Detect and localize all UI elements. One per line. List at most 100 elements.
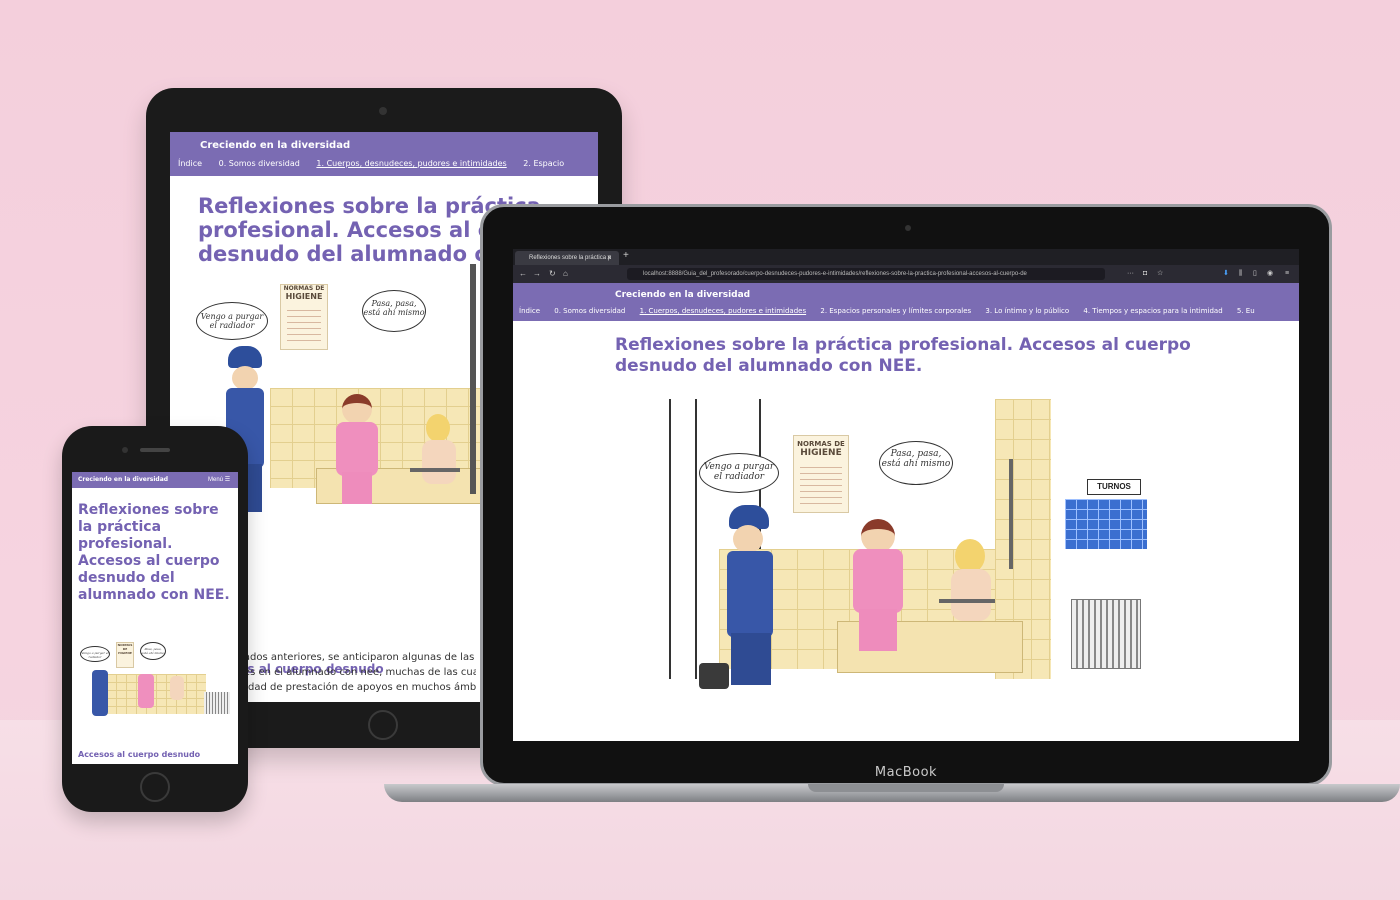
nav-item-somos-diversidad[interactable]: 0. Somos diversidad [219, 159, 300, 168]
laptop-nav-indice[interactable]: Índice [519, 307, 540, 315]
menu-icon[interactable]: ≡ [1285, 268, 1289, 280]
laptop-bubble-nurse: Pasa, pasa, está ahí mismo [879, 441, 953, 485]
phone-brand[interactable]: Creciendo en la diversidad [78, 476, 168, 483]
laptop-header: Creciendo en la diversidad Índice 0. Som… [513, 283, 1299, 321]
speech-bubble-nurse: Pasa, pasa, está ahí mismo [362, 290, 426, 332]
nurse-body [336, 422, 378, 476]
child-body [422, 440, 456, 484]
laptop-poster-subtitle: HIGIENE [800, 448, 842, 458]
laptop-title-line-2: desnudo del alumnado con NEE. [615, 356, 923, 376]
phone-screen: Creciendo en la diversidad Menú ☰ Reflex… [72, 472, 238, 764]
laptop-illustration: NORMAS DE HIGIENE Vengo a purgar el radi… [669, 399, 1149, 699]
laptop-page-title: Reflexiones sobre la práctica profesiona… [615, 335, 1191, 377]
nurse-legs [342, 472, 372, 504]
tablet-paragraph: tados anteriores, se anticiparon algunas… [240, 650, 476, 695]
shower-chair [410, 468, 460, 472]
phone-bubble-worker: Vengo a purgar el radiador [80, 646, 110, 662]
phone-poster-subtitle: HIGIENE [118, 651, 132, 655]
laptop-child-hair [955, 539, 985, 573]
paragraph-line-2: tes en el alumnado con nee, muchas de la… [240, 667, 476, 678]
phone-page-title: Reflexiones sobre la práctica profesiona… [78, 502, 230, 603]
worker-cap [228, 346, 262, 368]
radiator [1071, 599, 1141, 669]
turnos-sign: TURNOS [1087, 479, 1141, 495]
tablet-nav: Índice 0. Somos diversidad 1. Cuerpos, d… [178, 159, 564, 168]
new-tab-icon[interactable]: + [623, 250, 629, 261]
nav-item-cuerpos[interactable]: 1. Cuerpos, desnudeces, pudores e intimi… [316, 159, 506, 168]
laptop-nurse-body [853, 549, 903, 613]
speech-bubble-worker: Vengo a purgar el radiador [196, 302, 268, 340]
child-hair [426, 414, 450, 442]
shower-pipe [470, 264, 476, 494]
url-bar[interactable]: localhost:8888/Guia_del_profesorado/cuer… [627, 268, 1105, 280]
poster-subtitle: HIGIENE [285, 292, 323, 301]
forward-icon[interactable]: → [533, 268, 541, 280]
phone-radiator [204, 692, 230, 714]
url-text: localhost:8888/Guia_del_profesorado/cuer… [643, 271, 1027, 277]
home-icon[interactable]: ⌂ [563, 268, 568, 280]
nav-item-espacios-cut[interactable]: 2. Espacio [523, 159, 564, 168]
phone-illustration: Vengo a purgar el radiador Pasa, pasa, e… [76, 628, 234, 718]
pocket-icon[interactable]: ◘ [1143, 268, 1147, 280]
paragraph-line-1: tados anteriores, se anticiparon algunas… [240, 652, 476, 663]
tab-title: Reflexiones sobre la práctica p [529, 255, 612, 261]
paragraph-line-3: sidad de prestación de apoyos en muchos … [240, 682, 476, 693]
tablet-header: Creciendo en la diversidad Índice 0. Som… [170, 132, 598, 176]
laptop-nav-espacios[interactable]: 2. Espacios personales y límites corpora… [820, 307, 971, 315]
phone-poster-title: NORMAS DE [117, 643, 133, 651]
laptop-nav-somos[interactable]: 0. Somos diversidad [554, 307, 625, 315]
poster-title: NORMAS DE [283, 285, 325, 292]
laptop-nav-eu[interactable]: 5. Eu [1237, 307, 1255, 315]
phone-home-button[interactable] [140, 772, 170, 802]
library-icon[interactable]: ⫼ [1239, 268, 1242, 280]
phone-menu-label: Menú [208, 477, 224, 483]
laptop-nurse-legs [859, 609, 897, 651]
phone-camera [122, 447, 128, 453]
toolbox [699, 663, 729, 689]
phone-child [170, 676, 184, 700]
laptop-poster-lines [800, 462, 842, 506]
laptop-bubble-worker: Vengo a purgar el radiador [699, 453, 779, 493]
tablet-home-button[interactable] [368, 710, 398, 740]
hygiene-poster: NORMAS DE HIGIENE [280, 284, 328, 350]
bookmark-star-icon[interactable]: ☆ [1157, 268, 1163, 280]
account-icon[interactable]: ◉ [1267, 268, 1273, 280]
laptop-shower-pipe [1009, 459, 1013, 569]
worker-face [232, 366, 258, 390]
laptop-screen: Reflexiones sobre la práctica p × + ← → … [513, 249, 1299, 741]
sidebar-icon[interactable]: ▯ [1253, 268, 1257, 280]
phone-speaker [140, 448, 170, 452]
browser-tab[interactable]: Reflexiones sobre la práctica p [515, 251, 619, 265]
laptop-nurse-head [861, 519, 895, 553]
shift-calendar [1065, 499, 1147, 549]
phone-section-heading: Accesos al cuerpo desnudo [78, 750, 201, 759]
phone-nurse [138, 674, 154, 708]
phone-menu-button[interactable]: Menú ☰ [208, 476, 230, 483]
phone-device: Creciendo en la diversidad Menú ☰ Reflex… [62, 426, 248, 812]
laptop-nav-cuerpos[interactable]: 1. Cuerpos, desnudeces, pudores e intimi… [640, 307, 807, 315]
phone-bubble-nurse: Pasa, pasa, está ahí mismo [140, 642, 166, 660]
laptop-poster-title: NORMAS DE [797, 440, 845, 448]
laptop-child-body [951, 569, 991, 621]
laptop-notch [808, 784, 1004, 792]
laptop-nav-intimo[interactable]: 3. Lo íntimo y lo público [985, 307, 1069, 315]
phone-poster: NORMAS DE HIGIENE [116, 642, 134, 668]
tab-close-icon[interactable]: × [607, 251, 612, 265]
site-brand[interactable]: Creciendo en la diversidad [200, 140, 350, 151]
laptop-shower-chair [939, 599, 995, 603]
laptop-nav-tiempos[interactable]: 4. Tiempos y espacios para la intimidad [1083, 307, 1222, 315]
download-icon[interactable]: ⬇ [1223, 268, 1229, 280]
laptop-worker-face [733, 525, 763, 553]
browser-tabbar: Reflexiones sobre la práctica p × + [513, 249, 1299, 265]
more-icon[interactable]: ··· [1127, 268, 1134, 280]
reload-icon[interactable]: ↻ [549, 268, 556, 280]
laptop-worker-body [727, 551, 773, 637]
browser-toolbar: ← → ↻ ⌂ localhost:8888/Guia_del_profesor… [513, 265, 1299, 283]
back-icon[interactable]: ← [519, 268, 527, 280]
phone-header: Creciendo en la diversidad Menú ☰ [72, 472, 238, 488]
laptop-device: Reflexiones sobre la práctica p × + ← → … [480, 204, 1332, 786]
site-brand-laptop[interactable]: Creciendo en la diversidad [615, 290, 750, 300]
nav-item-indice[interactable]: Índice [178, 159, 202, 168]
poster-lines [287, 305, 321, 344]
nurse-head [342, 394, 372, 424]
